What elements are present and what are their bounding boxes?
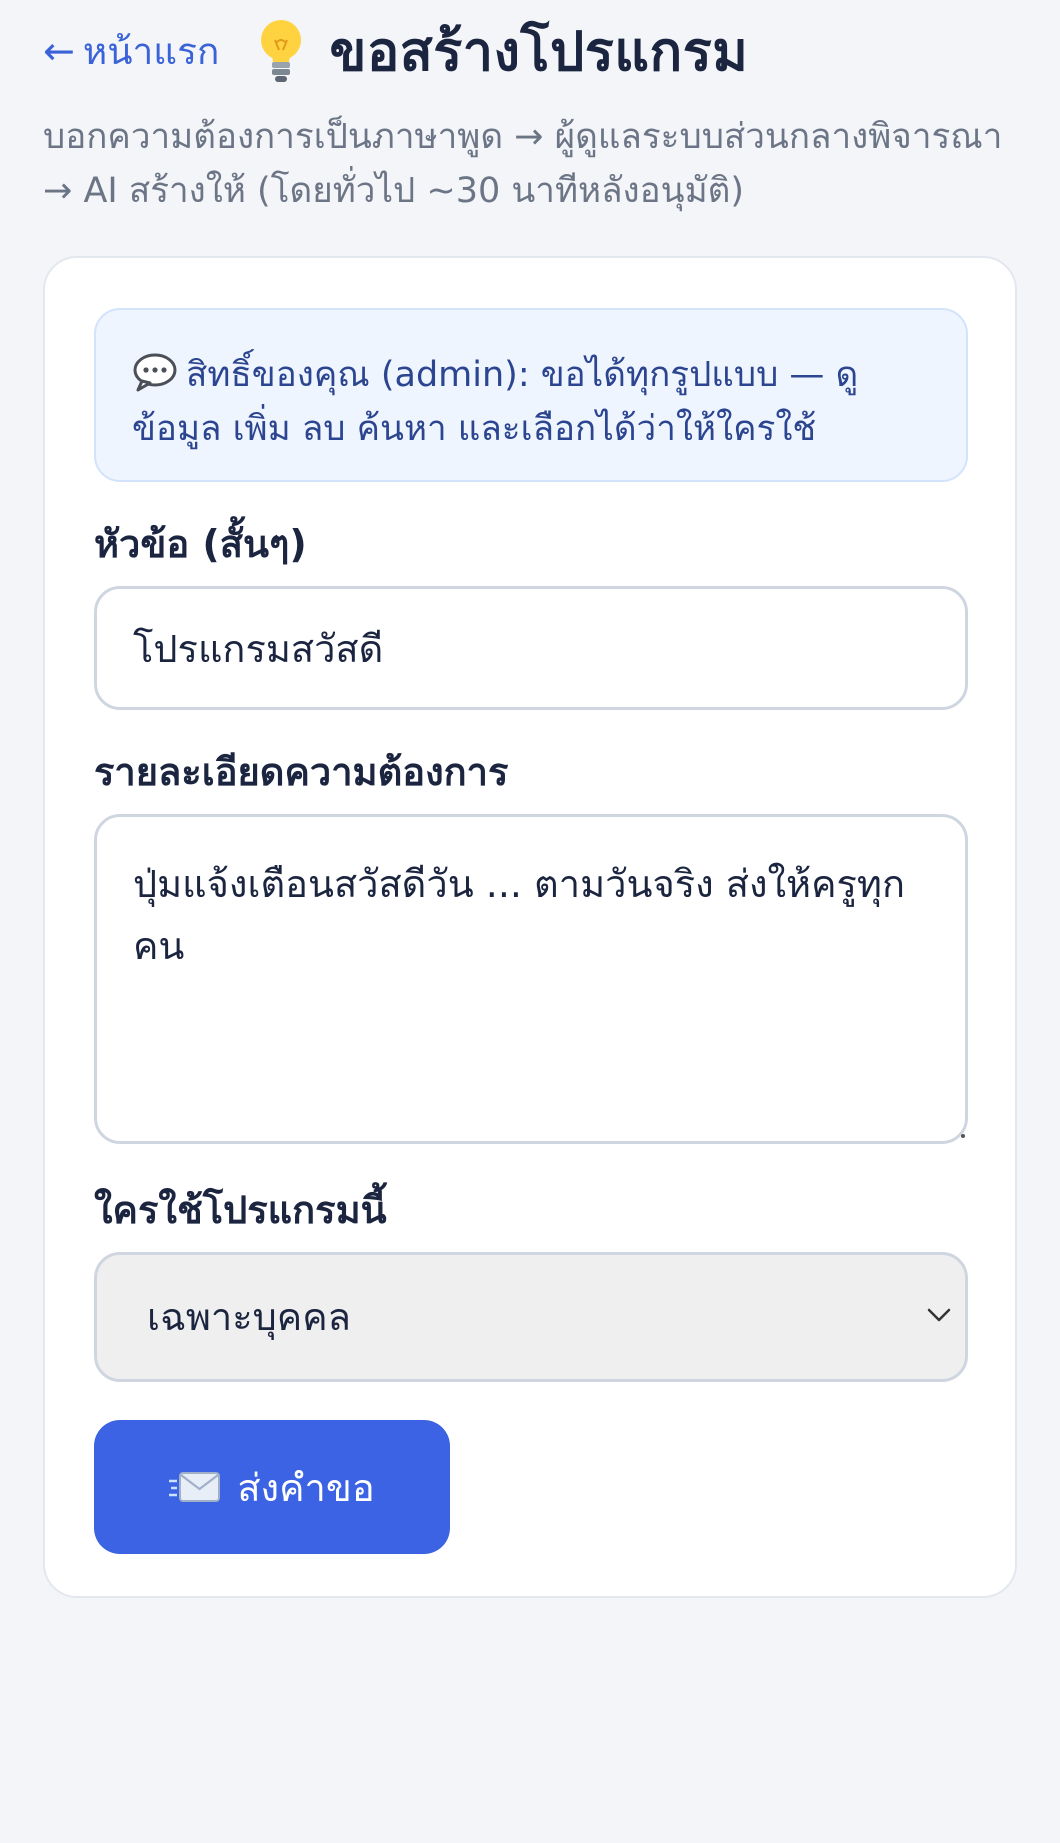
- back-link[interactable]: ← หน้าแรก: [43, 22, 219, 81]
- header: ← หน้าแรก ขอสร้างโปรแกรม: [43, 0, 1017, 100]
- envelope-icon: [169, 1472, 221, 1502]
- permission-notice-text: สิทธิ์ของคุณ (admin): ขอได้ทุกรูปแบบ — ด…: [132, 355, 859, 449]
- title-input[interactable]: [94, 586, 968, 710]
- request-form-card: สิทธิ์ของคุณ (admin): ขอได้ทุกรูปแบบ — ด…: [43, 256, 1017, 1598]
- back-arrow-icon: ←: [43, 29, 75, 73]
- details-field-label: รายละเอียดความต้องการ: [94, 750, 509, 794]
- audience-select[interactable]: เฉพาะบุคคล: [94, 1252, 968, 1382]
- page-subtitle: บอกความต้องการเป็นภาษาพูด → ผู้ดูแลระบบส…: [43, 117, 1003, 211]
- audience-field-label: ใครใช้โปรแกรมนี้: [94, 1188, 387, 1232]
- submit-button-label: ส่งคำขอ: [237, 1465, 375, 1510]
- resize-handle-icon[interactable]: [961, 1134, 965, 1138]
- speech-bubble-icon: [133, 353, 177, 392]
- back-link-label: หน้าแรก: [82, 29, 220, 73]
- audience-selected-value: เฉพาะบุคคล: [147, 1295, 351, 1339]
- permission-notice: สิทธิ์ของคุณ (admin): ขอได้ทุกรูปแบบ — ด…: [94, 308, 968, 482]
- page: ← หน้าแรก ขอสร้างโปรแกรม บอกความต้องการเ…: [0, 0, 1060, 1843]
- chevron-down-icon: [927, 1308, 951, 1322]
- title-wrap: ขอสร้างโปรแกรม: [255, 8, 748, 94]
- lightbulb-icon: [261, 20, 302, 82]
- details-textarea[interactable]: ปุ่มแจ้งเตือนสวัสดีวัน ... ตามวันจริง ส่…: [94, 814, 968, 1144]
- submit-request-button[interactable]: ส่งคำขอ: [94, 1420, 450, 1554]
- page-title: ขอสร้างโปรแกรม: [329, 20, 749, 83]
- title-field-label: หัวข้อ (สั้นๆ): [94, 522, 307, 566]
